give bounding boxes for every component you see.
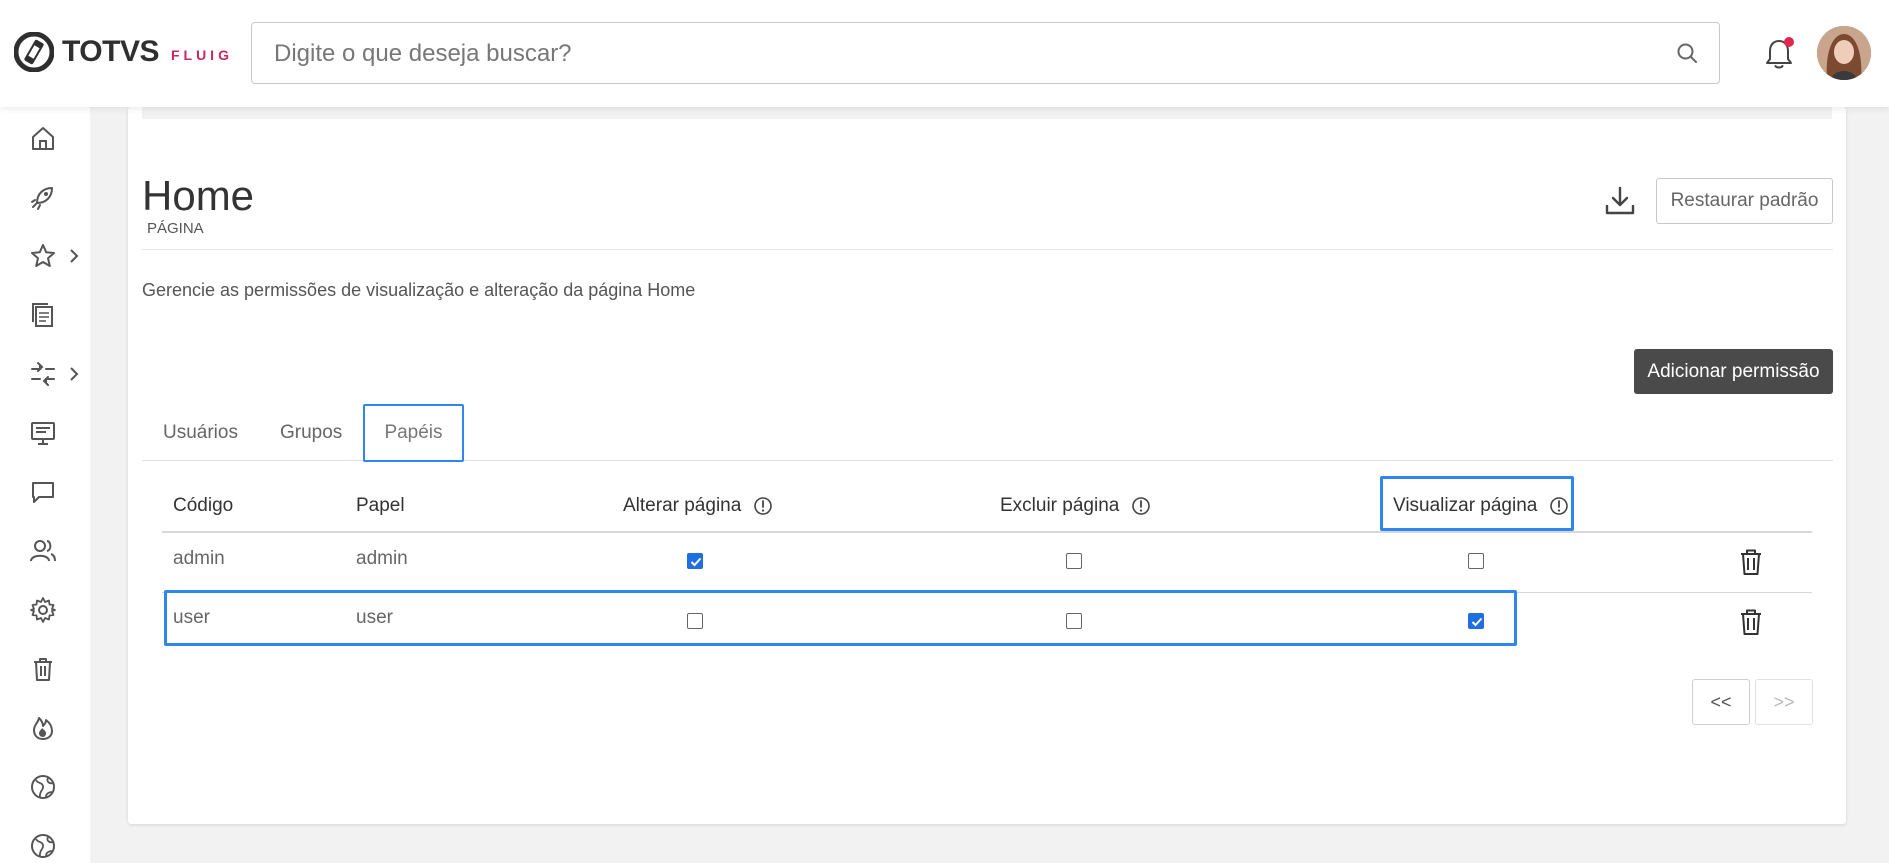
page-subtitle: PÁGINA (147, 220, 204, 237)
globe-icon[interactable] (28, 831, 58, 861)
user-avatar[interactable] (1817, 26, 1871, 80)
pagination-next-button[interactable]: >> (1755, 679, 1813, 725)
workflow-icon[interactable] (28, 359, 58, 389)
column-header-label: Visualizar página (1393, 495, 1538, 516)
info-icon[interactable] (1549, 496, 1569, 516)
info-icon[interactable] (753, 496, 773, 516)
tab-grupos[interactable]: Grupos (280, 405, 342, 461)
totvs-logo-icon (14, 32, 54, 72)
table-header-divider (162, 531, 1812, 533)
checkbox-visualizar-user[interactable] (1468, 613, 1484, 629)
checkbox-alterar-admin[interactable] (687, 553, 703, 569)
globe-icon[interactable] (28, 772, 58, 802)
home-icon[interactable] (28, 123, 58, 153)
column-header-label: Excluir página (1000, 495, 1120, 516)
page-description: Gerencie as permissões de visualização e… (142, 280, 696, 300)
checkbox-excluir-user[interactable] (1066, 613, 1082, 629)
chat-icon[interactable] (28, 477, 58, 507)
cell-codigo: admin (173, 548, 225, 569)
avatar-photo-icon (1817, 26, 1871, 80)
cell-papel: user (356, 607, 393, 628)
column-header-papel[interactable]: Papel (356, 495, 405, 517)
checkmark-icon (690, 557, 702, 567)
presentation-icon[interactable] (28, 418, 58, 448)
delete-row-trash-icon[interactable] (1738, 608, 1764, 636)
notification-badge (1784, 37, 1794, 47)
info-icon[interactable] (1131, 496, 1151, 516)
top-bar: TOTVS FLUIG (0, 0, 1889, 107)
column-header-alterar-pagina: Alterar página (623, 495, 773, 517)
search-input[interactable] (274, 37, 1624, 71)
pagination-prev-button[interactable]: << (1692, 679, 1750, 725)
column-header-label: Alterar página (623, 495, 742, 516)
column-header-label: Papel (356, 495, 405, 516)
cell-codigo: user (173, 607, 210, 628)
delete-row-trash-icon[interactable] (1738, 548, 1764, 576)
checkbox-alterar-user[interactable] (687, 613, 703, 629)
tab-papeis[interactable]: Papéis (363, 404, 464, 462)
chevron-right-icon[interactable] (68, 248, 80, 264)
restore-default-button[interactable]: Restaurar padrão (1656, 178, 1833, 224)
column-header-label: Código (173, 495, 234, 516)
main-card (128, 107, 1846, 824)
trash-icon[interactable] (28, 654, 58, 684)
brand-product: FLUIG (170, 47, 233, 63)
chevron-right-icon[interactable] (68, 366, 80, 382)
sidebar (0, 107, 90, 863)
page-title: Home (142, 172, 255, 219)
gear-icon[interactable] (28, 595, 58, 625)
checkbox-visualizar-admin[interactable] (1468, 553, 1484, 569)
star-icon[interactable] (28, 241, 58, 271)
add-permission-button[interactable]: Adicionar permissão (1634, 349, 1833, 394)
checkmark-icon (1471, 617, 1483, 627)
fire-icon[interactable] (28, 713, 58, 743)
permission-tabs: Usuários Grupos Papéis (142, 404, 1833, 462)
documents-icon[interactable] (28, 300, 58, 330)
card-top-strip (142, 107, 1832, 119)
table-row-divider (162, 592, 1812, 593)
logo[interactable]: TOTVS FLUIG (14, 32, 233, 72)
search-box (251, 22, 1720, 84)
column-header-codigo[interactable]: Código (173, 495, 233, 517)
download-icon[interactable] (1603, 184, 1637, 218)
header-divider (142, 249, 1833, 250)
cell-papel: admin (356, 548, 408, 569)
search-icon[interactable] (1675, 41, 1699, 65)
rocket-icon[interactable] (28, 182, 58, 212)
brand-name: TOTVS (62, 35, 159, 68)
column-header-excluir-pagina: Excluir página (1000, 495, 1151, 517)
tab-usuarios[interactable]: Usuários (163, 405, 238, 461)
users-icon[interactable] (28, 536, 58, 566)
column-header-visualizar-pagina: Visualizar página (1393, 495, 1569, 517)
checkbox-excluir-admin[interactable] (1066, 553, 1082, 569)
